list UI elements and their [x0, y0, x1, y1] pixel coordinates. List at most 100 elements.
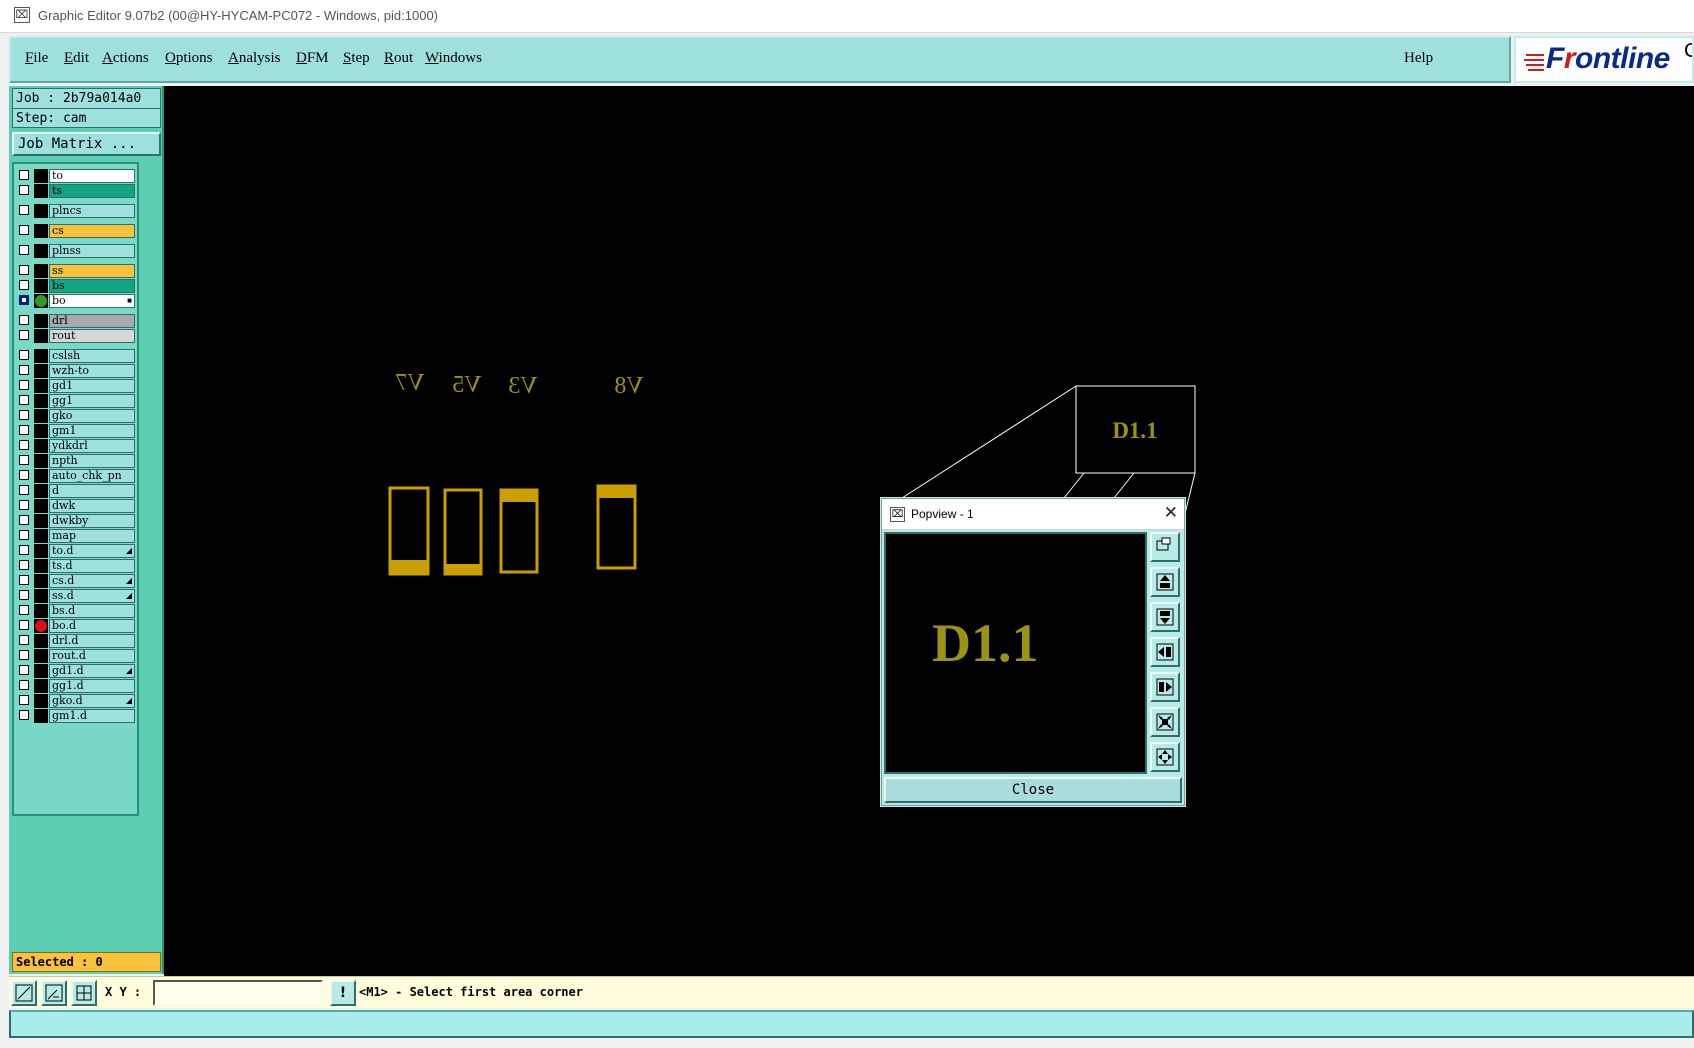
layer-row[interactable]: gg1 [16, 394, 135, 408]
layer-row[interactable]: bs [16, 279, 135, 293]
layer-name[interactable]: gko [49, 409, 135, 423]
layer-checkbox[interactable] [19, 205, 29, 215]
layer-row[interactable]: d [16, 484, 135, 498]
layer-checkbox[interactable] [19, 560, 29, 570]
popview-close-icon[interactable]: ✕ [1164, 503, 1178, 523]
layer-checkbox[interactable] [19, 500, 29, 510]
layer-checkbox[interactable] [19, 380, 29, 390]
layer-name[interactable]: gd1 [49, 379, 135, 393]
layer-checkbox[interactable] [19, 575, 29, 585]
layer-name[interactable]: ts.d [49, 559, 135, 573]
layer-name[interactable]: d [49, 484, 135, 498]
layer-checkbox[interactable] [19, 280, 29, 290]
layer-checkbox[interactable] [19, 590, 29, 600]
pan-down-icon[interactable] [1150, 602, 1180, 632]
layer-name[interactable]: ts [49, 184, 135, 198]
menu-item-2[interactable]: Actions [102, 50, 149, 67]
layer-name[interactable]: drl [49, 314, 135, 328]
layer-row[interactable]: ss.d ◢ [16, 589, 135, 603]
menu-item-8[interactable]: Windows [425, 50, 482, 67]
layer-checkbox[interactable] [19, 605, 29, 615]
layer-checkbox[interactable] [19, 185, 29, 195]
layer-row[interactable]: drl [16, 314, 135, 328]
layer-name[interactable]: dwk [49, 499, 135, 513]
layer-row[interactable]: to [16, 169, 135, 183]
pan-up-icon[interactable] [1150, 567, 1180, 597]
layer-checkbox[interactable] [19, 295, 29, 305]
layer-checkbox[interactable] [19, 515, 29, 525]
layer-checkbox[interactable] [19, 315, 29, 325]
layer-checkbox[interactable] [19, 650, 29, 660]
layer-row[interactable]: gm1.d [16, 709, 135, 723]
pan-left-icon[interactable] [1150, 637, 1180, 667]
layer-row[interactable]: rout [16, 329, 135, 343]
menu-item-0[interactable]: File [25, 50, 48, 67]
layer-checkbox[interactable] [19, 665, 29, 675]
layer-checkbox[interactable] [19, 470, 29, 480]
layer-name[interactable]: rout.d [49, 649, 135, 663]
layer-name[interactable]: ss.d [49, 589, 135, 603]
layer-name[interactable]: gm1 [49, 424, 135, 438]
layer-name[interactable]: npth [49, 454, 135, 468]
layer-checkbox[interactable] [19, 265, 29, 275]
menu-item-6[interactable]: Step [343, 50, 370, 67]
layer-name[interactable]: bs.d [49, 604, 135, 618]
layer-name[interactable]: map [49, 529, 135, 543]
layer-name[interactable]: bo [49, 294, 135, 308]
layer-name[interactable]: gko.d [49, 694, 135, 708]
layer-name[interactable]: gg1.d [49, 679, 135, 693]
layer-checkbox[interactable] [19, 425, 29, 435]
layer-name[interactable]: cslsh [49, 349, 135, 363]
layer-checkbox[interactable] [19, 225, 29, 235]
layer-row[interactable]: gko.d ◢ [16, 694, 135, 708]
layer-row[interactable]: ts [16, 184, 135, 198]
layer-row[interactable]: rout.d [16, 649, 135, 663]
menu-item-7[interactable]: Rout [384, 50, 413, 67]
layer-row[interactable]: ydkdrl [16, 439, 135, 453]
layer-checkbox[interactable] [19, 710, 29, 720]
popview-titlebar[interactable]: ⌧ Popview - 1 ✕ [882, 499, 1184, 530]
zoom-fit-icon[interactable] [1150, 532, 1180, 562]
layer-name[interactable]: to [49, 169, 135, 183]
xy-input[interactable] [153, 980, 323, 1006]
layer-row[interactable]: gd1 [16, 379, 135, 393]
layer-row[interactable]: cslsh [16, 349, 135, 363]
layer-row[interactable]: dwkby [16, 514, 135, 528]
layer-name[interactable]: to.d [49, 544, 135, 558]
layer-row[interactable]: bo ■ [16, 294, 135, 308]
layer-row[interactable]: plncs [16, 204, 135, 218]
menu-item-4[interactable]: Analysis [228, 50, 281, 67]
layer-row[interactable]: drl.d [16, 634, 135, 648]
popview-close-button[interactable]: Close [884, 777, 1182, 803]
zoom-out-icon[interactable] [1150, 742, 1180, 772]
layer-name[interactable]: cs [49, 224, 135, 238]
layer-checkbox[interactable] [19, 395, 29, 405]
menu-item-5[interactable]: DFM [296, 50, 329, 67]
layer-checkbox[interactable] [19, 245, 29, 255]
layer-checkbox[interactable] [19, 695, 29, 705]
layer-row[interactable]: cs [16, 224, 135, 238]
layer-name[interactable]: wzh-to [49, 364, 135, 378]
layer-row[interactable]: bo.d [16, 619, 135, 633]
layer-row[interactable]: npth [16, 454, 135, 468]
layer-name[interactable]: bs [49, 279, 135, 293]
layer-row[interactable]: plnss [16, 244, 135, 258]
layer-checkbox[interactable] [19, 170, 29, 180]
layer-checkbox[interactable] [19, 350, 29, 360]
pan-right-icon[interactable] [1150, 672, 1180, 702]
layer-row[interactable]: auto_chk_pn [16, 469, 135, 483]
layer-checkbox[interactable] [19, 545, 29, 555]
layer-row[interactable]: gm1 [16, 424, 135, 438]
layer-checkbox[interactable] [19, 680, 29, 690]
layer-row[interactable]: gg1.d [16, 679, 135, 693]
layer-row[interactable]: gko [16, 409, 135, 423]
layer-name[interactable]: auto_chk_pn [49, 469, 135, 483]
layer-checkbox[interactable] [19, 410, 29, 420]
layer-checkbox[interactable] [19, 635, 29, 645]
layer-name[interactable]: rout [49, 329, 135, 343]
layer-row[interactable]: bs.d [16, 604, 135, 618]
layer-row[interactable]: dwk [16, 499, 135, 513]
layer-checkbox[interactable] [19, 440, 29, 450]
layer-name[interactable]: ss [49, 264, 135, 278]
layer-row[interactable]: map [16, 529, 135, 543]
